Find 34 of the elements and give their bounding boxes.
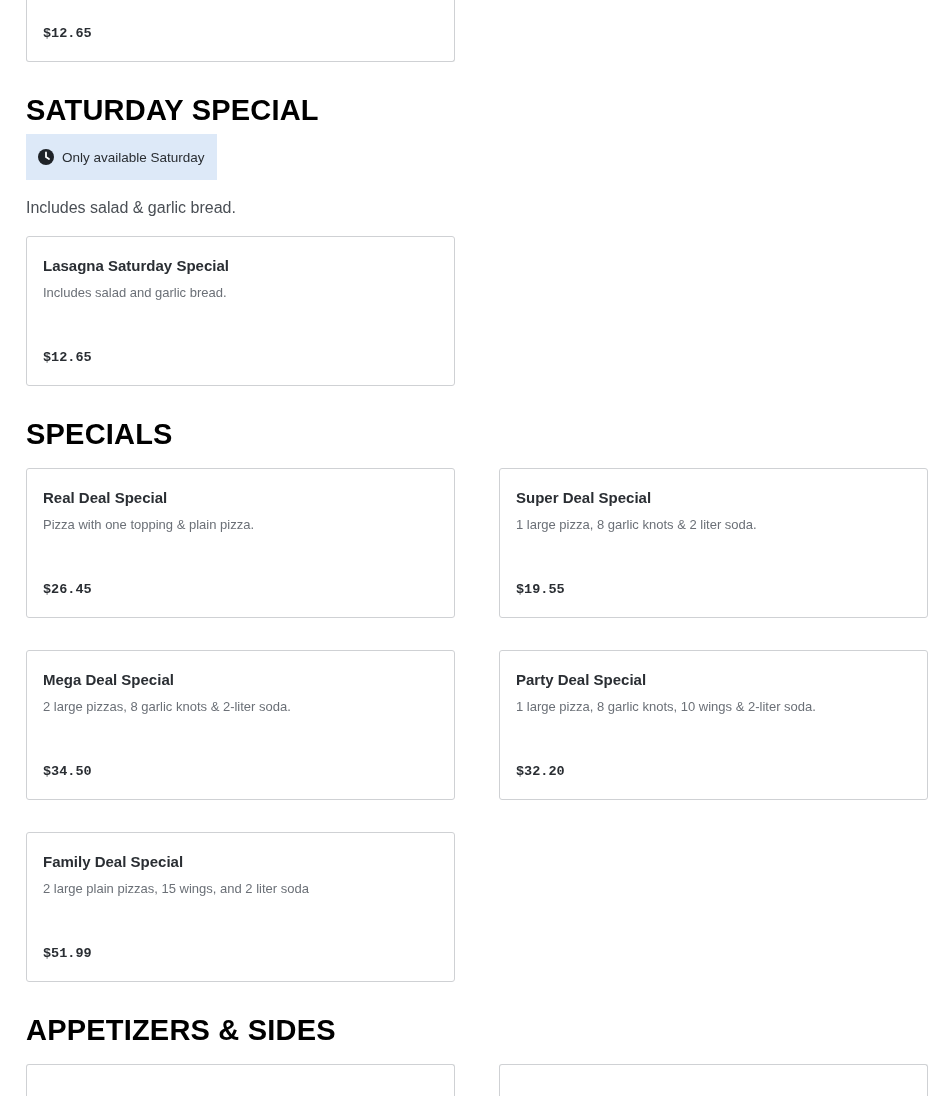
badge-text: Only available Saturday — [62, 149, 205, 165]
item-description: 2 large pizzas, 8 garlic knots & 2-liter soda. — [43, 698, 292, 716]
item-name: Real Deal Special — [43, 489, 169, 507]
item-name: Party Deal Special — [516, 671, 648, 689]
menu-item-card[interactable]: Super Deal Special 1 large pizza, 8 garlic knots & 2 liter soda. $19.55 — [499, 468, 928, 618]
section-heading: SPECIALS — [26, 417, 174, 452]
item-price: $51.99 — [43, 945, 93, 963]
item-price: $34.50 — [43, 763, 93, 781]
menu-item-card[interactable] — [499, 1064, 928, 1096]
menu-item-card[interactable]: Mega Deal Special 2 large pizzas, 8 garlic knots & 2-liter soda. $34.50 — [26, 650, 455, 800]
menu-item-card[interactable] — [26, 1064, 455, 1096]
section-description: Includes salad & garlic bread. — [26, 198, 237, 218]
item-price: $26.45 — [43, 581, 93, 599]
section-heading: SATURDAY SPECIAL — [26, 93, 320, 128]
menu-item-card[interactable]: Party Deal Special 1 large pizza, 8 garlic knots, 10 wings & 2-liter soda. $32.20 — [499, 650, 928, 800]
clock-icon — [38, 149, 54, 165]
item-description: Pizza with one topping & plain pizza. — [43, 516, 255, 534]
item-name: Mega Deal Special — [43, 671, 175, 689]
item-description: 2 large plain pizzas, 15 wings, and 2 liter soda — [43, 880, 310, 898]
item-name: Lasagna Saturday Special — [43, 257, 230, 275]
item-description: 1 large pizza, 8 garlic knots, 10 wings & 2-liter soda. — [516, 698, 817, 716]
menu-item-card[interactable]: Lasagna Saturday Special Includes salad and garlic bread. $12.65 — [26, 236, 455, 386]
item-description: Includes salad and garlic bread. — [43, 284, 228, 302]
item-price: $32.20 — [516, 763, 566, 781]
item-price: $19.55 — [516, 581, 566, 599]
item-name: Super Deal Special — [516, 489, 653, 507]
menu-item-card[interactable]: $12.65 — [26, 0, 455, 62]
item-name: Family Deal Special — [43, 853, 185, 871]
item-price: $12.65 — [43, 25, 93, 43]
item-price: $12.65 — [43, 349, 93, 367]
menu-item-card[interactable]: Family Deal Special 2 large plain pizzas, 15 wings, and 2 liter soda $51.99 — [26, 832, 455, 982]
item-description: 1 large pizza, 8 garlic knots & 2 liter soda. — [516, 516, 758, 534]
section-heading: APPETIZERS & SIDES — [26, 1013, 337, 1048]
menu-item-card[interactable]: Real Deal Special Pizza with one topping & plain pizza. $26.45 — [26, 468, 455, 618]
